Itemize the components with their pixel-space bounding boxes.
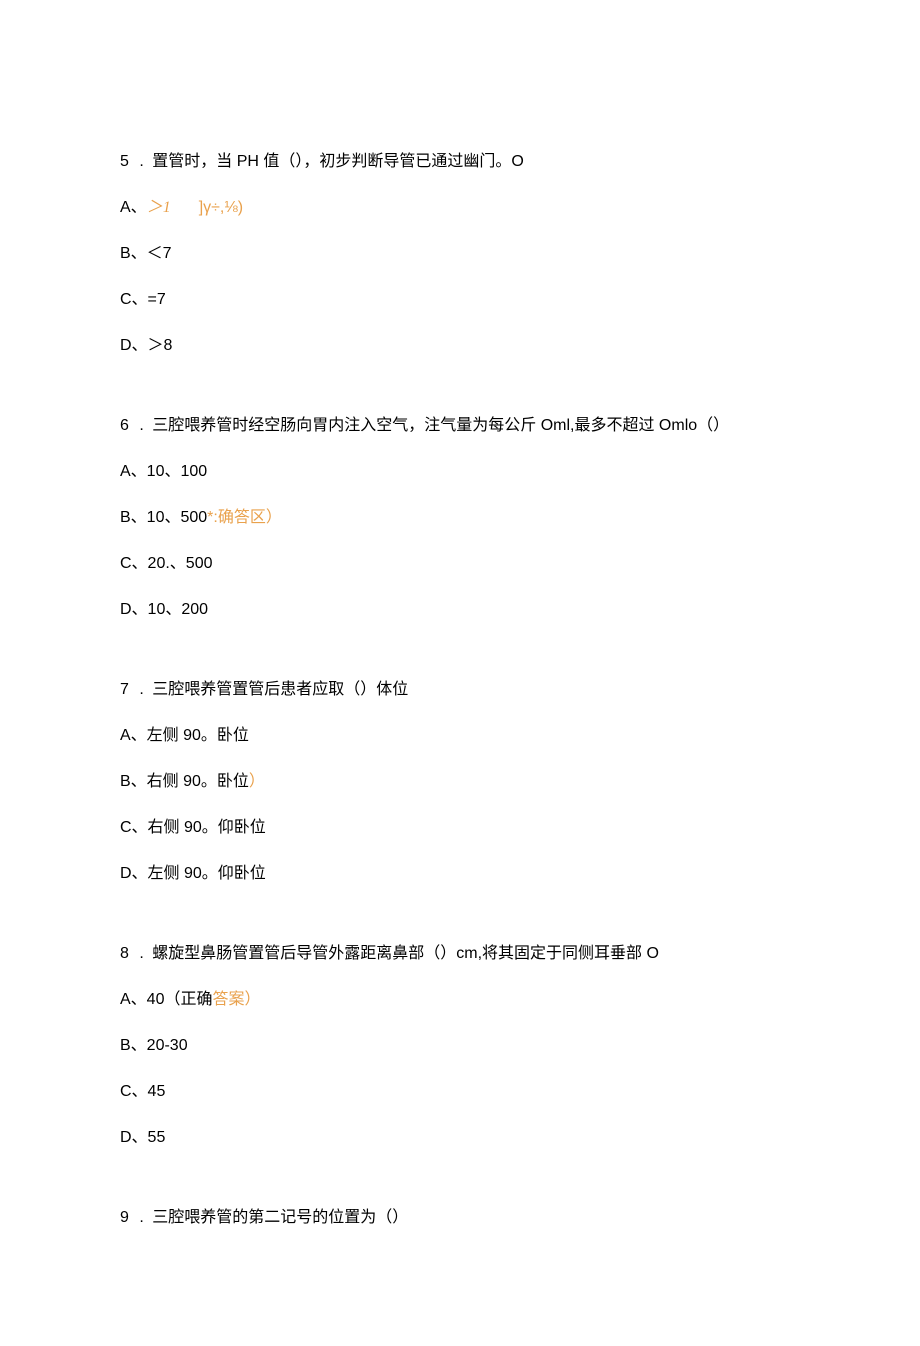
q7-text: 三腔喂养管置管后患者应取（）体位: [152, 681, 408, 698]
q5-option-b: B、＜7: [120, 242, 800, 266]
q9-dot: .: [139, 1206, 143, 1230]
q5-option-c: C、=7: [120, 288, 800, 312]
q8-option-b: B、20-30: [120, 1034, 800, 1058]
q7-option-a: A、左侧 90。卧位: [120, 724, 800, 748]
question-7-stem: 7 . 三腔喂养管置管后患者应取（）体位: [120, 678, 800, 702]
q5-optA-value: ＞1: [147, 199, 171, 216]
question-7: 7 . 三腔喂养管置管后患者应取（）体位 A、左侧 90。卧位 B、右侧 90。…: [120, 678, 800, 886]
question-5-stem: 5 . 置管时，当 PH 值（），初步判断导管已通过幽门。O: [120, 150, 800, 174]
q8-text: 螺旋型鼻肠管置管后导管外露距离鼻部（）cm,将其固定于同侧耳垂部 O: [152, 945, 659, 962]
q7-option-d: D、左侧 90。仰卧位: [120, 862, 800, 886]
q6-option-b: B、10、500*:确答区）: [120, 506, 800, 530]
q8-number: 8: [120, 942, 129, 966]
q8-option-a: A、40（正确答案）: [120, 988, 800, 1012]
q6-optB-hint: :确答区）: [213, 509, 281, 526]
q7-number: 7: [120, 678, 129, 702]
q6-option-d: D、10、200: [120, 598, 800, 622]
q8-optA-prefix: A、40（正确: [120, 991, 212, 1008]
q5-option-a: A、＞1 ]γ÷,⅛): [120, 196, 800, 220]
q8-option-d: D、55: [120, 1126, 800, 1150]
q5-optA-prefix: A、: [120, 199, 147, 216]
question-9: 9 . 三腔喂养管的第二记号的位置为（）: [120, 1206, 800, 1230]
q5-optA-fragment: ]γ÷,⅛): [199, 199, 243, 216]
q6-number: 6: [120, 414, 129, 438]
q8-optA-hint: 答案）: [212, 991, 260, 1008]
q6-option-c: C、20.、500: [120, 552, 800, 576]
q9-text: 三腔喂养管的第二记号的位置为（）: [152, 1209, 408, 1226]
q5-number: 5: [120, 150, 129, 174]
q5-option-d: D、＞8: [120, 334, 800, 358]
q6-option-a: A、10、100: [120, 460, 800, 484]
page: 5 . 置管时，当 PH 值（），初步判断导管已通过幽门。O A、＞1 ]γ÷,⅛…: [0, 0, 920, 1346]
q6-optB-prefix: B、10、500: [120, 509, 207, 526]
q7-option-c: C、右侧 90。仰卧位: [120, 816, 800, 840]
question-6-stem: 6 . 三腔喂养管时经空肠向胃内注入空气，注气量为每公斤 Oml,最多不超过 O…: [120, 414, 800, 438]
q7-option-b: B、右侧 90。卧位）: [120, 770, 800, 794]
q5-text: 置管时，当 PH 值（），初步判断导管已通过幽门。O: [152, 153, 524, 170]
question-8: 8 . 螺旋型鼻肠管置管后导管外露距离鼻部（）cm,将其固定于同侧耳垂部 O A…: [120, 942, 800, 1150]
q7-optB-text: B、右侧 90。卧位: [120, 773, 249, 790]
q8-dot: .: [139, 942, 143, 966]
q7-optB-tail: ）: [249, 773, 265, 790]
q6-dot: .: [139, 414, 143, 438]
question-6: 6 . 三腔喂养管时经空肠向胃内注入空气，注气量为每公斤 Oml,最多不超过 O…: [120, 414, 800, 622]
q7-dot: .: [139, 678, 143, 702]
q6-text: 三腔喂养管时经空肠向胃内注入空气，注气量为每公斤 Oml,最多不超过 Omlo（…: [152, 417, 729, 434]
question-8-stem: 8 . 螺旋型鼻肠管置管后导管外露距离鼻部（）cm,将其固定于同侧耳垂部 O: [120, 942, 800, 966]
q8-option-c: C、45: [120, 1080, 800, 1104]
question-5: 5 . 置管时，当 PH 值（），初步判断导管已通过幽门。O A、＞1 ]γ÷,⅛…: [120, 150, 800, 358]
question-9-stem: 9 . 三腔喂养管的第二记号的位置为（）: [120, 1206, 800, 1230]
q5-dot: .: [139, 150, 143, 174]
q9-number: 9: [120, 1206, 129, 1230]
